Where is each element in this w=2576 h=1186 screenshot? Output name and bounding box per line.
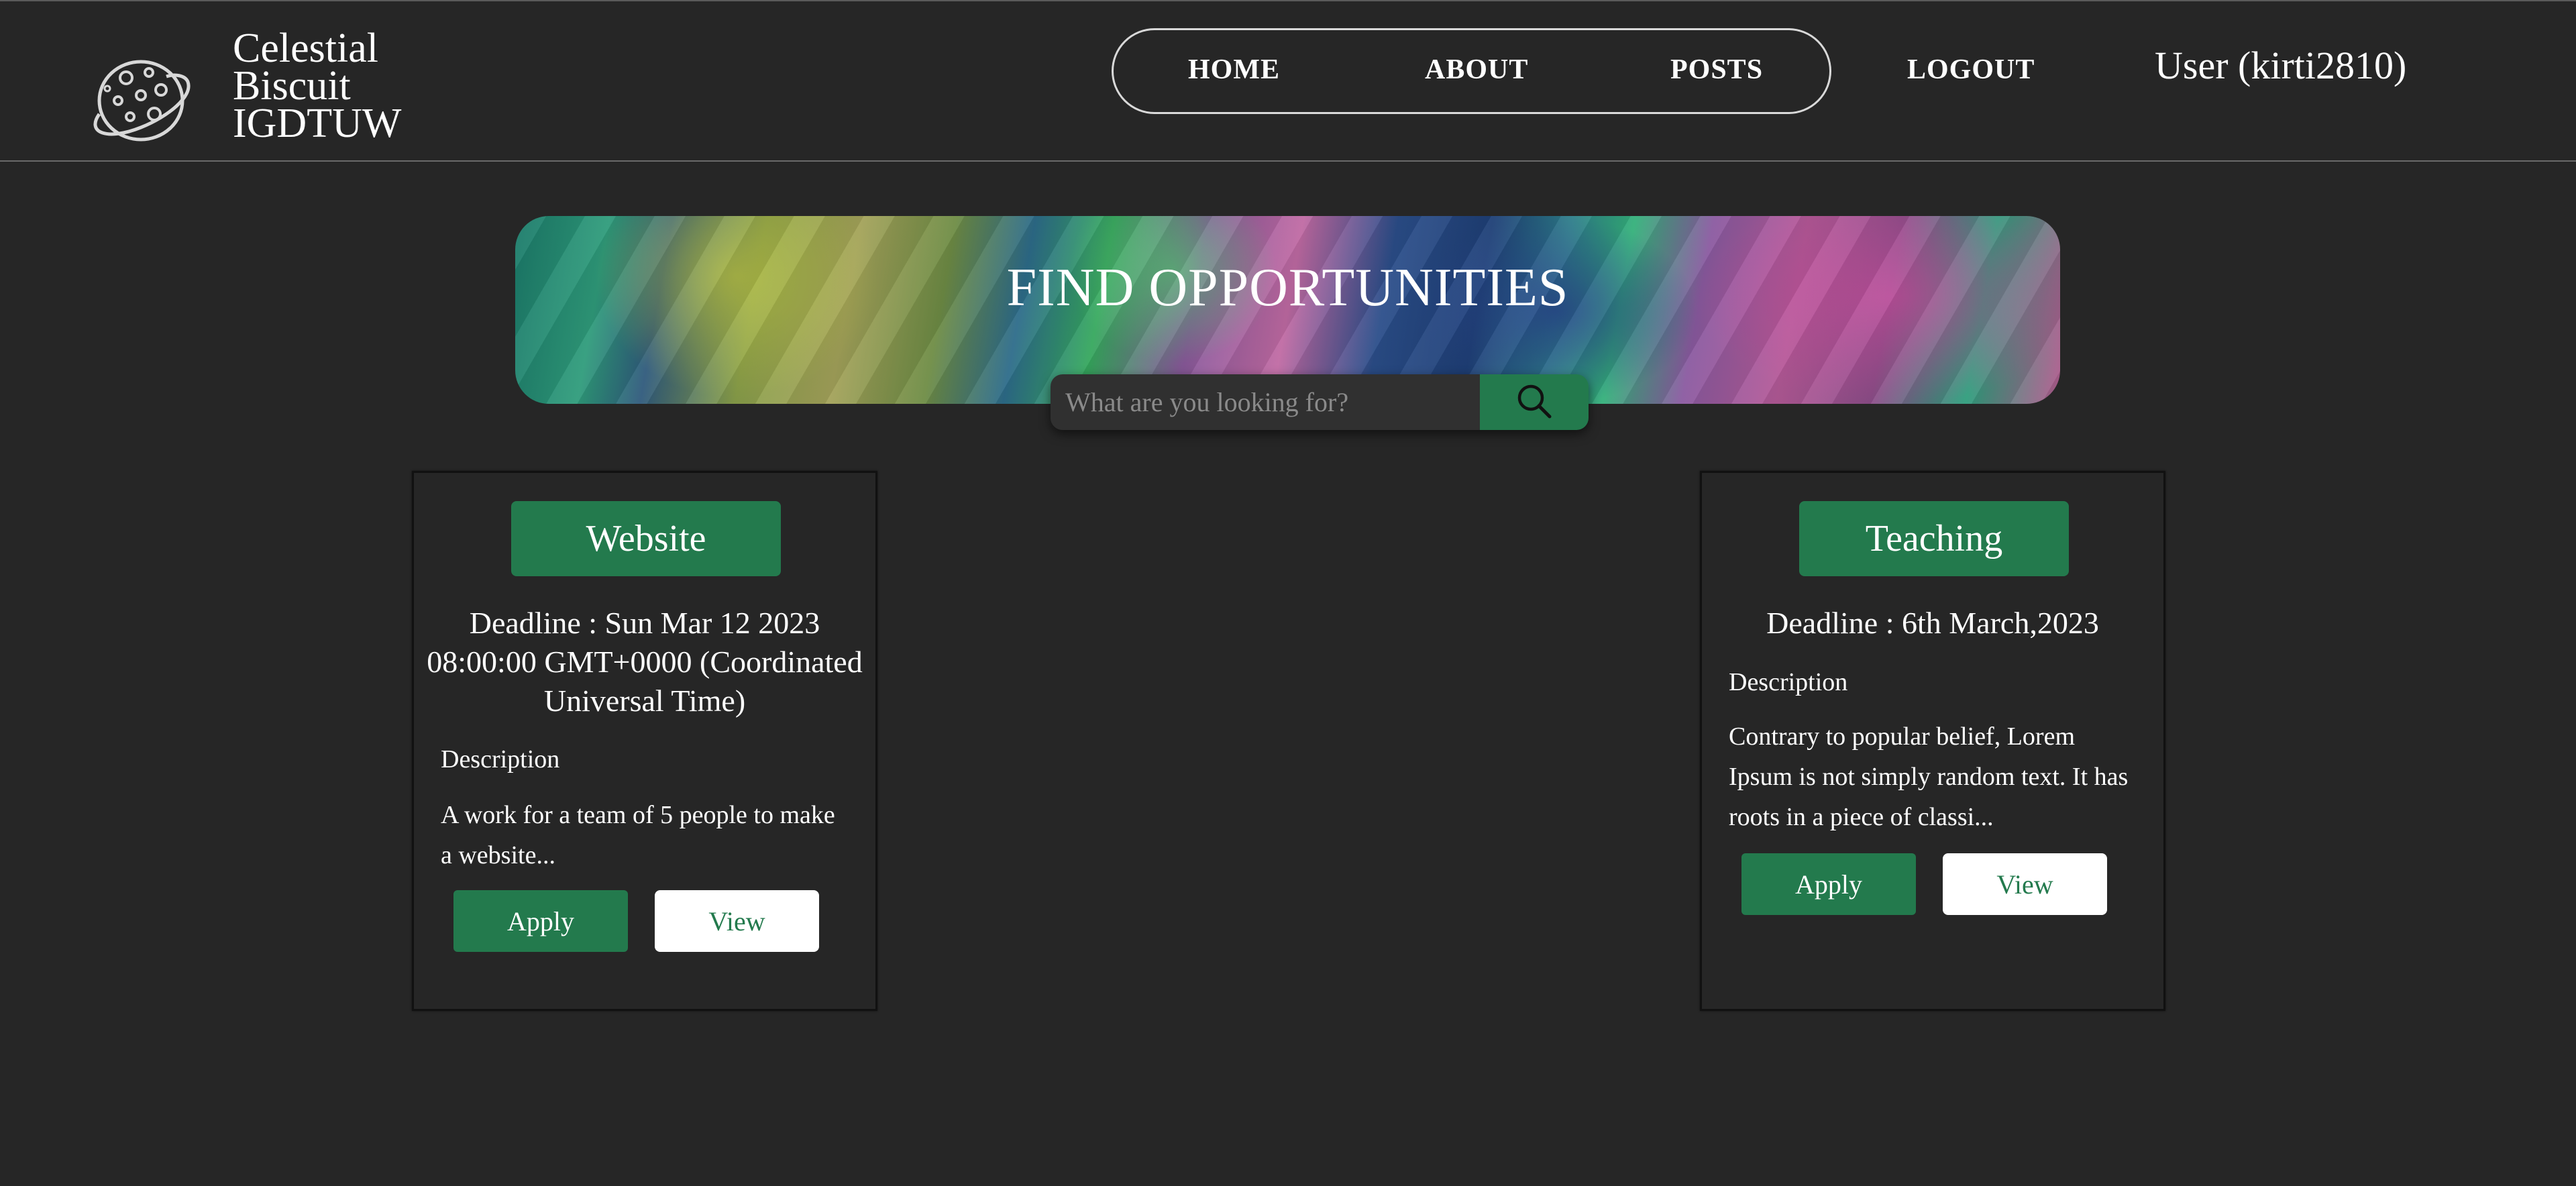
brand-line-1: Celestial bbox=[233, 25, 378, 71]
opportunity-card: Teaching Deadline : 6th March,2023 Descr… bbox=[1700, 471, 2165, 1011]
nav-logout-link[interactable]: LOGOUT bbox=[1907, 54, 2035, 86]
apply-button[interactable]: Apply bbox=[1741, 853, 1916, 915]
nav-home-link[interactable]: HOME bbox=[1188, 54, 1280, 86]
view-button[interactable]: View bbox=[655, 890, 819, 952]
planet-logo-icon[interactable] bbox=[87, 52, 198, 146]
view-button[interactable]: View bbox=[1943, 853, 2107, 915]
card-deadline: Deadline : Sun Mar 12 2023 08:00:00 GMT+… bbox=[427, 606, 863, 718]
search-input[interactable] bbox=[1051, 374, 1480, 430]
hero-title: FIND OPPORTUNITIES bbox=[1006, 258, 1569, 317]
card-description: A work for a team of 5 people to make a … bbox=[441, 801, 835, 869]
site-header: Celestial Biscuit IGDTUW HOME ABOUT POST… bbox=[0, 0, 2576, 162]
search-bar bbox=[1051, 374, 1589, 430]
search-icon bbox=[1514, 381, 1554, 423]
opportunity-card: Website Deadline : Sun Mar 12 2023 08:00… bbox=[412, 471, 877, 1011]
apply-button[interactable]: Apply bbox=[453, 890, 628, 952]
card-deadline: Deadline : 6th March,2023 bbox=[1766, 606, 2099, 640]
user-label: User (kirti2810) bbox=[2155, 44, 2407, 87]
search-button[interactable] bbox=[1480, 374, 1589, 430]
brand-name[interactable]: Celestial Biscuit IGDTUW bbox=[233, 25, 402, 146]
nav-posts-link[interactable]: POSTS bbox=[1670, 54, 1763, 86]
card-category-tag: Teaching bbox=[1799, 501, 2069, 576]
card-description: Contrary to popular belief, Lorem Ipsum … bbox=[1729, 722, 2129, 831]
card-description-label: Description bbox=[441, 745, 560, 773]
brand-line-3: IGDTUW bbox=[233, 101, 402, 146]
card-description-label: Description bbox=[1729, 668, 1848, 696]
card-category-tag: Website bbox=[511, 501, 781, 576]
brand-line-2: Biscuit bbox=[233, 63, 351, 109]
nav-about-link[interactable]: ABOUT bbox=[1425, 54, 1528, 86]
